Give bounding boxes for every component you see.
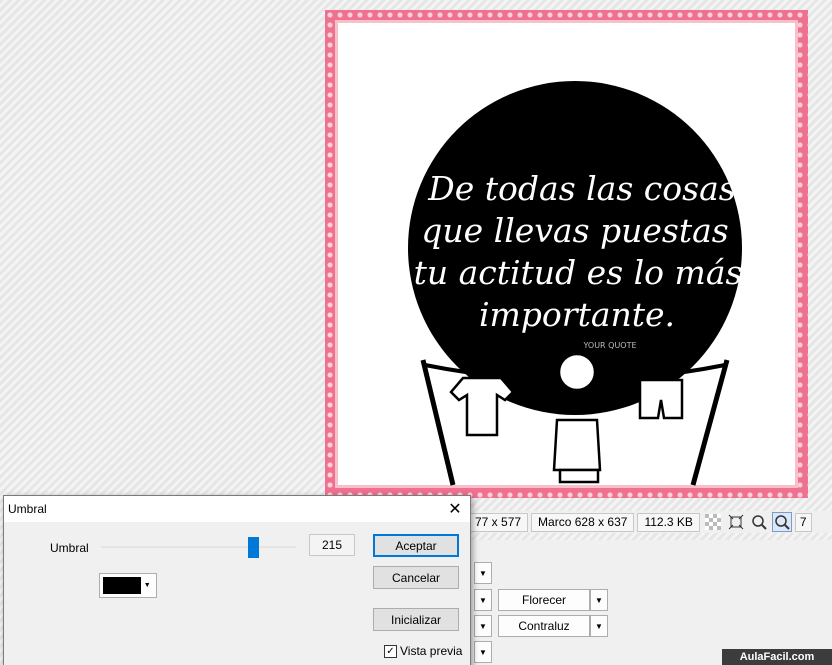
checker-icon[interactable] [703,512,723,532]
image-canvas-area[interactable]: De todas las cosas que llevas puestas tu… [0,0,832,510]
threshold-value-field[interactable]: 215 [309,534,355,556]
color-swatch [103,577,142,594]
preview-label: Vista previa [400,644,463,658]
contraluz-button[interactable]: Contraluz [498,615,590,637]
zoom-actual-icon[interactable] [749,512,769,532]
fit-window-icon[interactable] [726,512,746,532]
quote-artwork: De todas las cosas que llevas puestas tu… [408,81,743,486]
threshold-label: Umbral [50,541,89,555]
quote-line-1: De todas las cosas [427,169,735,208]
quote-signature: YOUR QUOTE [582,341,636,350]
preview-checkbox-row[interactable]: ✓ Vista previa [384,644,462,658]
quote-line-3: tu actitud es lo más [414,253,743,292]
close-icon[interactable]: ✕ [440,496,470,522]
watermark-logo: AulaFacil.com [722,649,832,665]
effects-panel: ▼ ▼ ▼ ▼ Florecer ▼ Contraluz ▼ [466,540,832,665]
file-size-label: 112.3 KB [637,512,700,532]
effect-dropdown-4[interactable]: ▼ [474,641,492,663]
reset-button[interactable]: Inicializar [373,608,459,631]
accept-button[interactable]: Aceptar [373,534,459,557]
zoom-icon[interactable] [771,512,792,532]
zoom-level-label: 7 [794,512,812,532]
frame-size-label: Marco 628 x 637 [531,512,635,532]
preview-checkbox[interactable]: ✓ [384,644,397,658]
threshold-slider-thumb[interactable] [248,537,260,558]
quote-line-2: que llevas puestas [421,211,729,250]
dialog-titlebar[interactable]: Umbral ✕ [4,496,470,522]
effect-dropdown-1[interactable]: ▼ [474,562,492,584]
threshold-slider[interactable] [101,546,296,548]
quote-line-4: importante. [479,295,675,334]
color-picker[interactable]: ▼ [99,573,157,598]
florecer-button[interactable]: Florecer [498,589,590,611]
effect-dropdown-2[interactable]: ▼ [474,589,492,611]
contraluz-dropdown[interactable]: ▼ [590,615,608,637]
cancel-button[interactable]: Cancelar [373,566,459,589]
dialog-title: Umbral [8,502,47,516]
chevron-down-icon: ▼ [143,582,151,589]
threshold-dialog: Umbral ✕ Umbral 215 Aceptar Cancelar Ini… [3,495,471,665]
image-size-label: 77 x 577 [468,512,529,532]
image-frame: De todas las cosas que llevas puestas tu… [325,10,808,498]
effect-dropdown-3[interactable]: ▼ [474,615,492,637]
florecer-dropdown[interactable]: ▼ [590,589,608,611]
status-bar: 77 x 577 Marco 628 x 637 112.3 KB 7 [466,511,832,533]
